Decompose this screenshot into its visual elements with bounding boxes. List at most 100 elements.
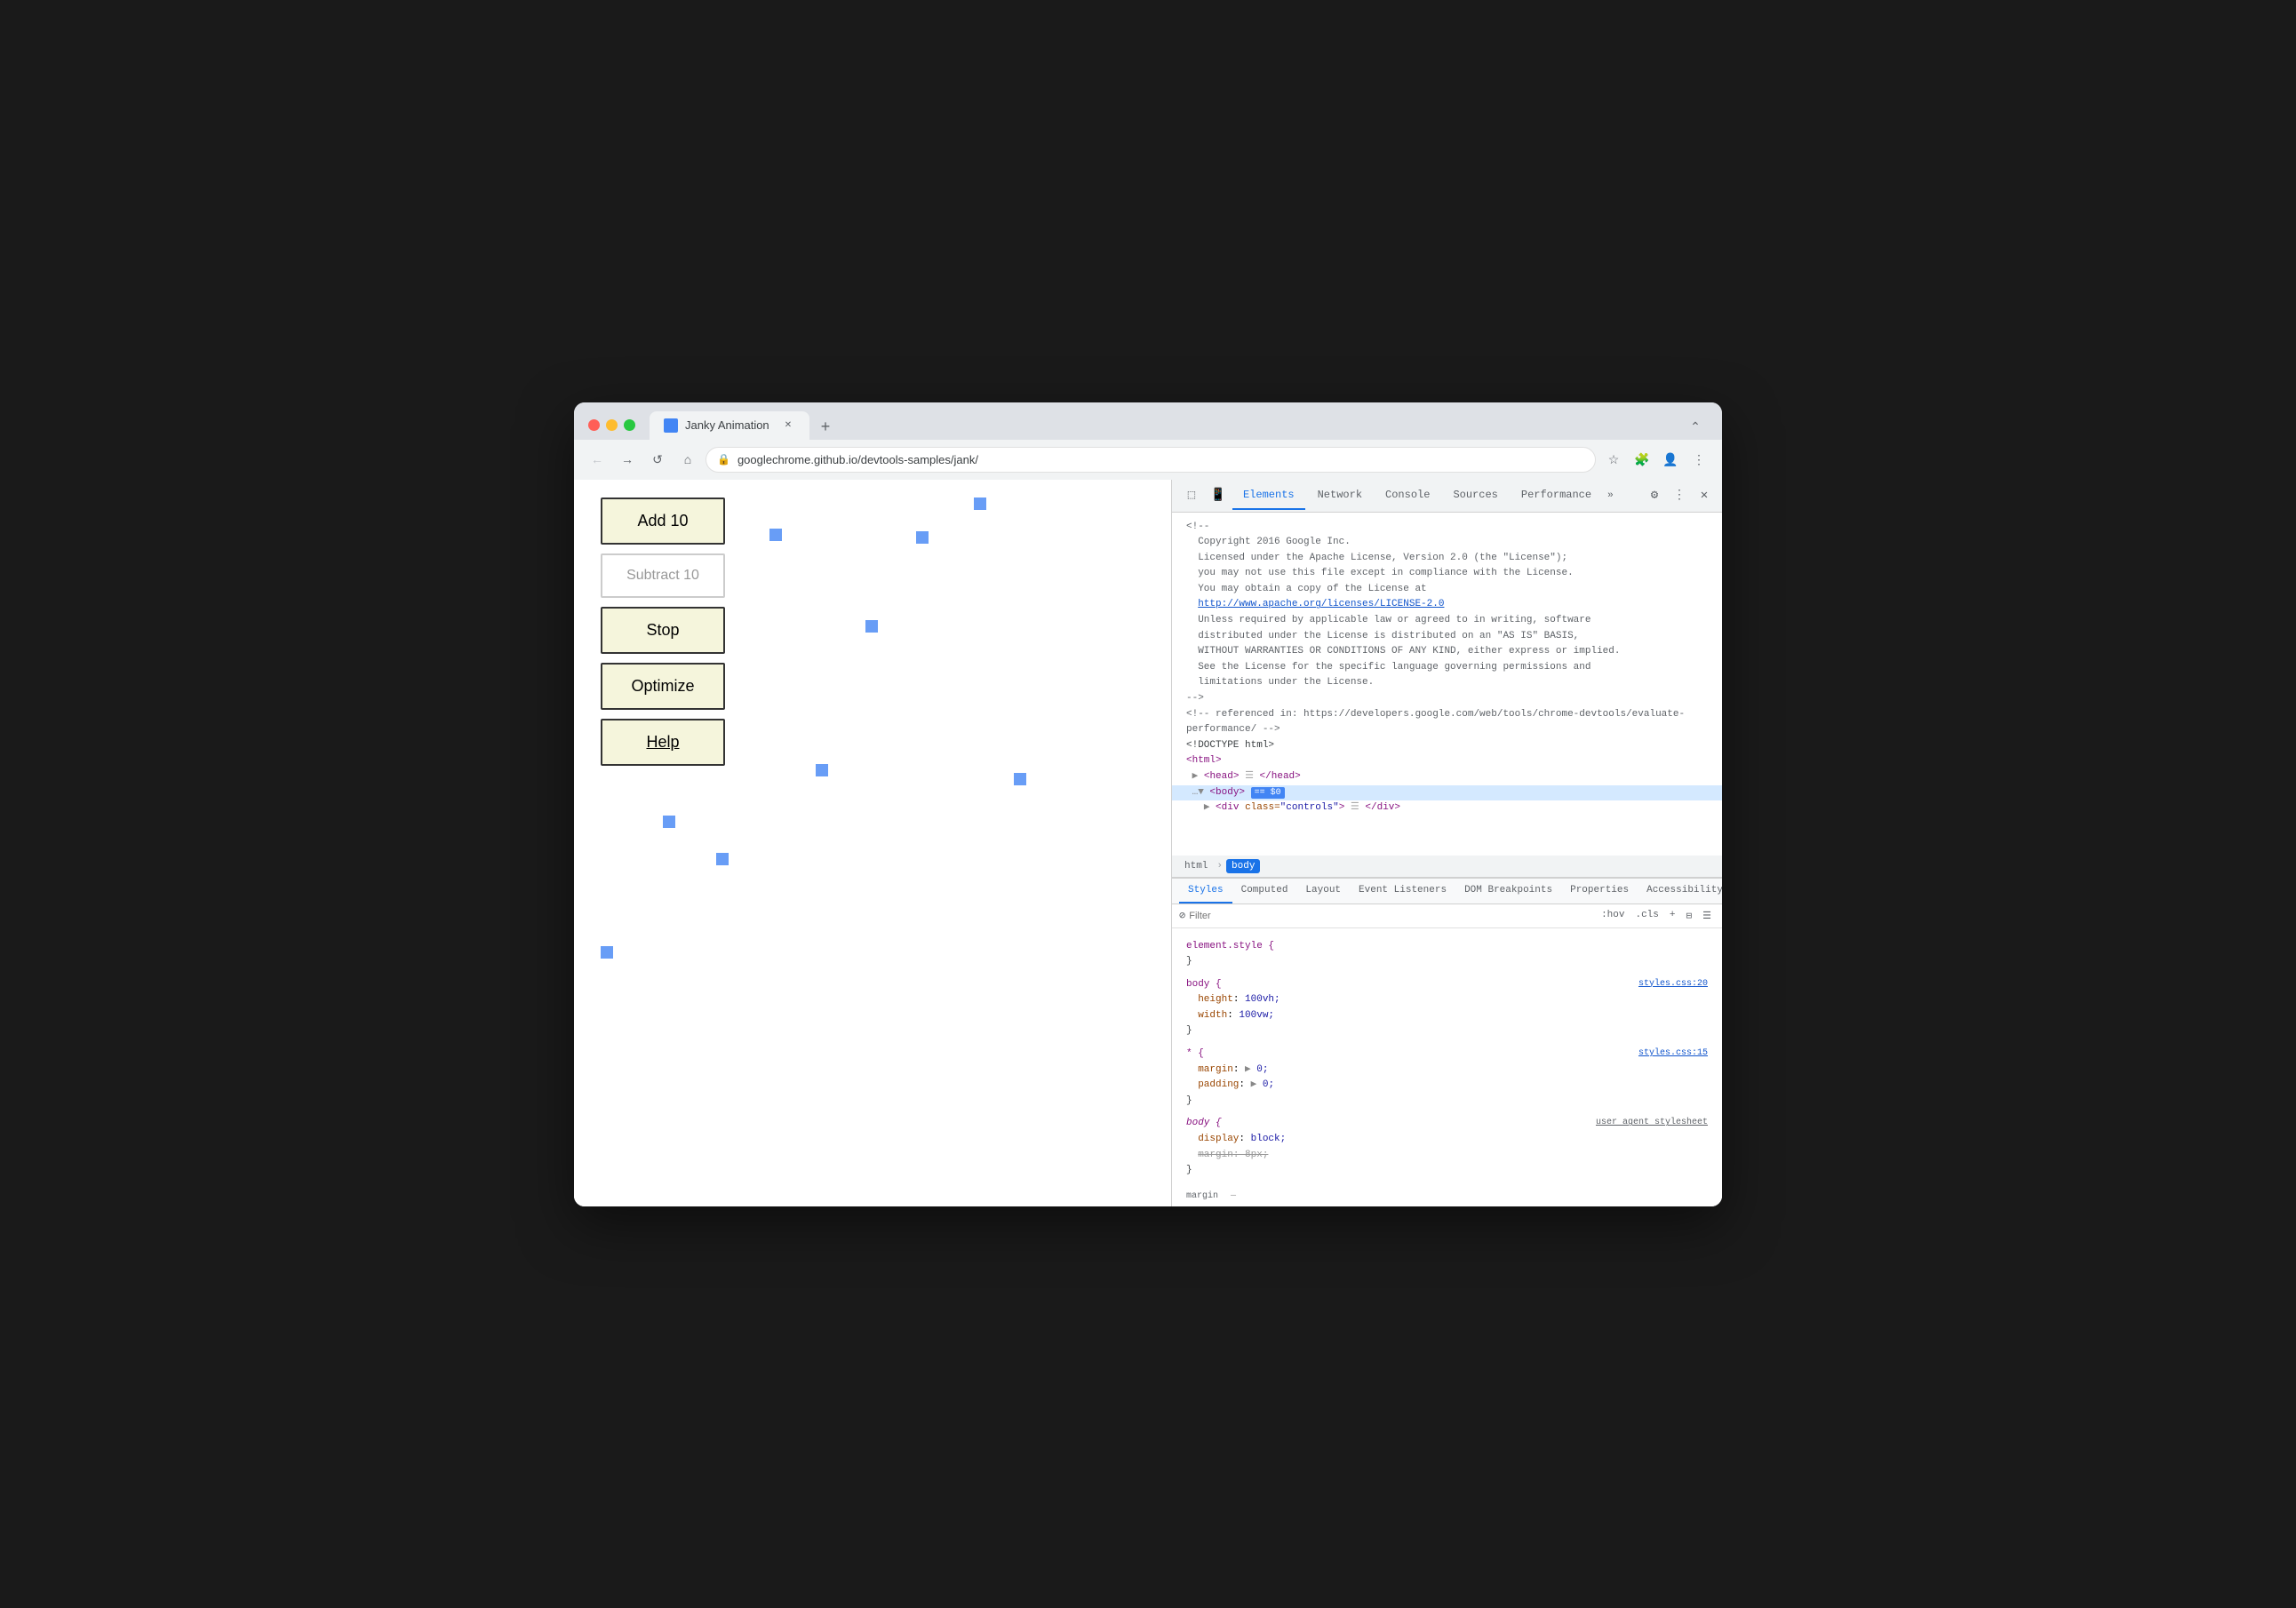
devtools-more-button[interactable]: ⋮ [1669, 485, 1690, 506]
css-property: margin [1198, 1064, 1233, 1075]
source-line: ▶ <div class="controls"> ☰ </div> [1172, 800, 1722, 816]
animated-square-8 [716, 853, 729, 865]
animated-square-1 [974, 498, 986, 510]
styles-tab-styles[interactable]: Styles [1179, 879, 1232, 904]
tab-favicon [664, 418, 678, 433]
device-tool-icon[interactable]: 📱 [1206, 480, 1231, 512]
css-source-link[interactable]: styles.css:15 [1638, 1047, 1708, 1061]
tab-elements[interactable]: Elements [1232, 482, 1305, 510]
bookmark-button[interactable]: ☆ [1601, 447, 1626, 472]
tab-close-button[interactable]: ✕ [781, 418, 795, 433]
animated-square-2 [769, 529, 782, 541]
maximize-traffic-light[interactable] [624, 419, 635, 431]
title-bar: Janky Animation ✕ + ⌃ [574, 402, 1722, 440]
settings-button[interactable]: ⚙ [1644, 485, 1665, 506]
devtools-panel: ⬚ 📱 Elements Network Console Sources Per… [1171, 480, 1722, 1206]
subtract-10-button[interactable]: Subtract 10 [601, 553, 725, 598]
page-content: Add 10 Subtract 10 Stop Optimize Help [574, 480, 1171, 1206]
css-value: 0; [1263, 1079, 1274, 1090]
filter-bar: ⊘ :hov .cls + ⊟ ☰ [1172, 904, 1722, 928]
close-traffic-light[interactable] [588, 419, 600, 431]
styles-content: element.style { } body { styles.css:20 h… [1172, 928, 1722, 1206]
traffic-lights [588, 419, 635, 431]
box-model-label: margin — [1172, 1190, 1722, 1203]
source-line: limitations under the License. [1172, 675, 1722, 691]
css-selector: * { [1186, 1048, 1204, 1059]
css-selector: body { [1186, 979, 1222, 990]
tab-performance[interactable]: Performance [1511, 482, 1602, 510]
styles-tab-properties[interactable]: Properties [1561, 879, 1638, 904]
extensions-button[interactable]: 🧩 [1630, 447, 1654, 472]
styles-tab-computed[interactable]: Computed [1232, 879, 1297, 904]
minimize-traffic-light[interactable] [606, 419, 618, 431]
toggle-style[interactable]: ⊟ [1683, 908, 1696, 924]
filter-actions: :hov .cls + ⊟ ☰ [1598, 908, 1715, 924]
filter-icon: ⊘ [1179, 909, 1185, 922]
source-line: WITHOUT WARRANTIES OR CONDITIONS OF ANY … [1172, 644, 1722, 660]
active-tab[interactable]: Janky Animation ✕ [650, 411, 809, 440]
source-line: http://www.apache.org/licenses/LICENSE-2… [1172, 597, 1722, 613]
css-source-label: user agent stylesheet [1596, 1116, 1708, 1130]
styles-tab-event-listeners[interactable]: Event Listeners [1350, 879, 1455, 904]
styles-tabs: Styles Computed Layout Event Listeners D… [1172, 879, 1722, 904]
address-bar[interactable]: 🔒 googlechrome.github.io/devtools-sample… [706, 447, 1596, 473]
browser-window: Janky Animation ✕ + ⌃ ← → ↺ ⌂ 🔒 googlech… [574, 402, 1722, 1206]
css-source-link[interactable]: styles.css:20 [1638, 977, 1708, 991]
source-line: <html> [1172, 753, 1722, 769]
back-button[interactable]: ← [585, 447, 610, 472]
source-line: Unless required by applicable law or agr… [1172, 613, 1722, 629]
styles-tab-dom-breakpoints[interactable]: DOM Breakpoints [1455, 879, 1561, 904]
source-line: <!-- referenced in: https://developers.g… [1172, 707, 1722, 723]
source-line-body[interactable]: …▼ <body> == $0 [1172, 785, 1722, 801]
lock-icon: 🔒 [717, 453, 730, 466]
breadcrumb-bar: html › body [1172, 856, 1722, 878]
license-link[interactable]: http://www.apache.org/licenses/LICENSE-2… [1198, 599, 1444, 609]
css-property: padding [1198, 1079, 1239, 1090]
more-menu-button[interactable]: ⋮ [1686, 447, 1711, 472]
styles-section: Styles Computed Layout Event Listeners D… [1172, 878, 1722, 1206]
animated-square-5 [816, 764, 828, 776]
source-line: Licensed under the Apache License, Versi… [1172, 551, 1722, 567]
new-tab-button[interactable]: + [813, 415, 838, 440]
optimize-button[interactable]: Optimize [601, 663, 725, 710]
filter-input[interactable] [1189, 911, 1594, 921]
devtools-close-button[interactable]: ✕ [1694, 485, 1715, 506]
hover-filter[interactable]: :hov [1598, 908, 1628, 924]
new-rule[interactable]: ☰ [1699, 908, 1715, 924]
tab-sources[interactable]: Sources [1442, 482, 1508, 510]
css-rule-universal: * { styles.css:15 margin: ▶ 0; padding: … [1172, 1043, 1722, 1112]
maximize-button[interactable]: ⌃ [1683, 415, 1708, 440]
refresh-button[interactable]: ↺ [645, 447, 670, 472]
animated-square-4 [865, 620, 878, 633]
source-line: See the License for the specific languag… [1172, 660, 1722, 676]
animated-square-3 [916, 531, 929, 544]
cls-filter[interactable]: .cls [1631, 908, 1662, 924]
css-rule-element-style: element.style { } [1172, 935, 1722, 974]
tab-console[interactable]: Console [1375, 482, 1440, 510]
cursor-tool-icon[interactable]: ⬚ [1179, 480, 1204, 512]
source-line: Copyright 2016 Google Inc. [1172, 535, 1722, 551]
forward-button[interactable]: → [615, 447, 640, 472]
add-10-button[interactable]: Add 10 [601, 498, 725, 545]
breadcrumb-body[interactable]: body [1226, 859, 1260, 873]
help-button[interactable]: Help [601, 719, 725, 766]
styles-tab-accessibility[interactable]: Accessibility [1638, 879, 1722, 904]
more-tabs-button[interactable]: » [1604, 483, 1617, 508]
nav-bar: ← → ↺ ⌂ 🔒 googlechrome.github.io/devtool… [574, 440, 1722, 480]
tab-network[interactable]: Network [1307, 482, 1373, 510]
styles-tab-layout[interactable]: Layout [1296, 879, 1350, 904]
css-value: 0; [1256, 1064, 1268, 1075]
profile-button[interactable]: 👤 [1658, 447, 1683, 472]
css-property: display [1198, 1134, 1239, 1144]
breadcrumb-arrow: › [1216, 861, 1223, 872]
add-style[interactable]: + [1666, 908, 1679, 924]
css-selector: body { [1186, 1118, 1222, 1128]
devtools-action-buttons: ⚙ ⋮ ✕ [1644, 485, 1715, 506]
html-source[interactable]: <!-- Copyright 2016 Google Inc. Licensed… [1172, 513, 1722, 856]
stop-button[interactable]: Stop [601, 607, 725, 654]
breadcrumb-html[interactable]: html [1179, 859, 1213, 873]
url-text: googlechrome.github.io/devtools-samples/… [737, 453, 1584, 466]
css-close-brace: } [1186, 1025, 1192, 1036]
home-button[interactable]: ⌂ [675, 447, 700, 472]
tab-title: Janky Animation [685, 418, 774, 432]
